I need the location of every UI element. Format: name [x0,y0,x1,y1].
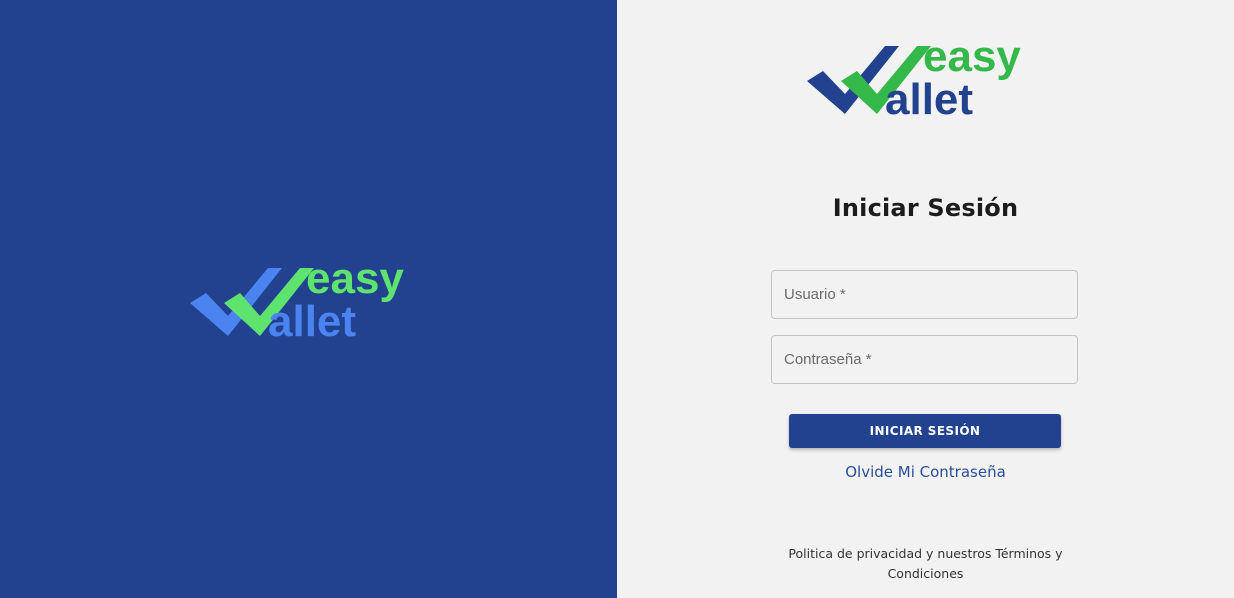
login-page: easy allet easy allet Iniciar Sesión INI… [0,0,1234,598]
login-panel: easy allet Iniciar Sesión INICIAR SESIÓN… [617,0,1234,598]
password-field[interactable] [771,335,1078,384]
username-input[interactable] [772,271,1077,318]
easywallet-logo: easy allet [807,36,1021,120]
privacy-terms-link[interactable]: Politica de privacidad y nuestros Términ… [767,544,1084,584]
password-input[interactable] [772,336,1077,383]
forgot-password-link[interactable]: Olvide Mi Contraseña [617,463,1234,481]
logo-text-allet: allet [885,75,973,120]
logo-text-allet: allet [268,297,356,342]
login-button[interactable]: INICIAR SESIÓN [789,414,1061,448]
easywallet-logo-large: easy allet [190,258,404,342]
page-title: Iniciar Sesión [832,194,1019,222]
brand-panel: easy allet [0,0,617,598]
username-field[interactable] [771,270,1078,319]
